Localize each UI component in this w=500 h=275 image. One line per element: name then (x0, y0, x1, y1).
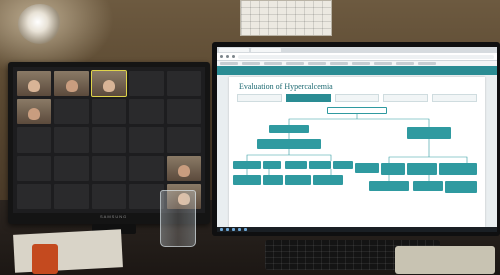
participant-tile[interactable] (54, 127, 89, 153)
bookmark[interactable] (308, 62, 326, 65)
section-tab[interactable] (383, 94, 429, 102)
participant-video (65, 80, 78, 93)
flowchart-node[interactable] (285, 175, 311, 185)
bookmark[interactable] (286, 62, 304, 65)
flowchart-node[interactable] (439, 163, 477, 175)
section-tab[interactable] (285, 94, 331, 102)
participant-tile[interactable] (54, 155, 89, 181)
flowchart-node[interactable] (263, 175, 283, 185)
participant-tile[interactable] (166, 99, 201, 125)
flowchart-node[interactable] (313, 175, 343, 185)
participant-tile[interactable] (129, 155, 164, 181)
desk-item (395, 246, 495, 274)
participant-tile[interactable] (91, 183, 127, 209)
section-tab[interactable] (432, 94, 477, 102)
bookmark[interactable] (242, 62, 260, 65)
participant-tile[interactable] (17, 183, 52, 209)
flowchart-node[interactable] (407, 163, 437, 175)
flowchart-node[interactable] (285, 161, 307, 169)
browser-address-bar (217, 53, 497, 61)
flowchart-node[interactable] (233, 175, 261, 185)
participant-tile[interactable] (129, 99, 164, 125)
participant-tile[interactable] (54, 71, 89, 97)
mug (32, 244, 58, 274)
participant-tile[interactable] (91, 127, 127, 153)
participant-tile[interactable] (166, 71, 201, 97)
bookmark[interactable] (374, 62, 392, 65)
participant-video (28, 80, 41, 93)
participant-tile[interactable] (91, 99, 127, 125)
participant-tile[interactable] (129, 183, 164, 209)
bookmark[interactable] (330, 62, 348, 65)
participant-tile[interactable] (17, 71, 52, 97)
participant-tile[interactable] (54, 99, 89, 125)
participant-tile[interactable] (91, 155, 127, 181)
papers (13, 229, 123, 273)
flowchart-node[interactable] (233, 161, 261, 169)
flowchart-node[interactable] (309, 161, 331, 169)
flowchart-node[interactable] (327, 107, 387, 114)
browser-tab[interactable] (219, 48, 249, 52)
browser-window: Evaluation of Hypercalcemia (217, 47, 497, 227)
participant-tile[interactable] (54, 183, 89, 209)
participant-tile[interactable] (166, 127, 201, 153)
document-footer (239, 218, 475, 223)
flowchart-node[interactable] (257, 139, 321, 149)
monitor-brand: SAMSUNG (100, 214, 128, 219)
taskbar-app-icon[interactable] (226, 228, 229, 231)
forward-icon[interactable] (226, 55, 229, 58)
app-header (217, 66, 497, 75)
url-field[interactable] (238, 54, 494, 59)
flowchart-node[interactable] (263, 161, 281, 169)
participant-video (28, 108, 41, 121)
section-tab[interactable] (334, 94, 380, 102)
flowchart-node[interactable] (269, 125, 309, 133)
flowchart-node[interactable] (381, 163, 405, 175)
flowchart (229, 105, 485, 215)
participant-tile[interactable] (17, 99, 52, 125)
right-monitor: Evaluation of Hypercalcemia (212, 42, 500, 236)
bookmark[interactable] (264, 62, 282, 65)
reload-icon[interactable] (232, 55, 235, 58)
taskbar-app-icon[interactable] (232, 228, 235, 231)
start-icon[interactable] (220, 228, 223, 231)
participant-tile[interactable] (166, 155, 201, 181)
taskbar-app-icon[interactable] (238, 228, 241, 231)
flowchart-node[interactable] (407, 127, 451, 139)
page-title: Evaluation of Hypercalcemia (239, 82, 333, 91)
os-taskbar (217, 227, 497, 232)
flowchart-connectors (246, 113, 468, 181)
section-tabs (237, 94, 477, 102)
participant-video (177, 164, 190, 177)
flowchart-node[interactable] (445, 181, 477, 193)
flowchart-node[interactable] (333, 161, 353, 169)
document-panel: Evaluation of Hypercalcemia (229, 77, 485, 227)
taskbar-app-icon[interactable] (244, 228, 247, 231)
desk-lamp (18, 4, 62, 44)
drinking-glass (160, 190, 196, 247)
bookmark[interactable] (418, 62, 436, 65)
bookmark[interactable] (352, 62, 370, 65)
flowchart-node[interactable] (413, 181, 443, 191)
section-tab[interactable] (237, 94, 282, 102)
participant-tile[interactable] (90, 69, 128, 98)
participant-tile[interactable] (17, 155, 52, 181)
wall-calendar (240, 0, 332, 36)
flowchart-node[interactable] (355, 163, 379, 173)
browser-tab[interactable] (251, 48, 281, 52)
participant-tile[interactable] (17, 127, 52, 153)
back-icon[interactable] (220, 55, 223, 58)
bookmark[interactable] (220, 62, 238, 65)
participant-tile[interactable] (129, 71, 164, 97)
participant-tile[interactable] (129, 127, 164, 153)
bookmark[interactable] (396, 62, 414, 65)
flowchart-node[interactable] (369, 181, 409, 191)
participant-video (102, 80, 115, 93)
